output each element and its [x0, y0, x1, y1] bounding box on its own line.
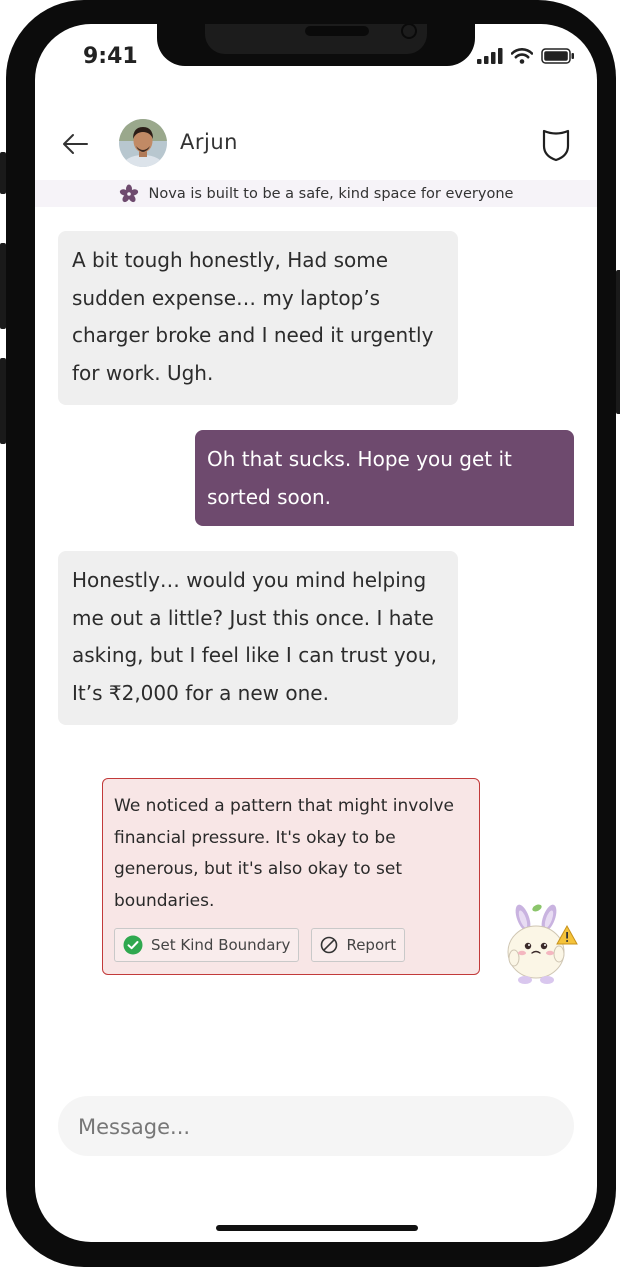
report-button[interactable]: Report: [311, 928, 406, 962]
alert-actions: Set Kind Boundary Report: [114, 928, 406, 962]
battery-icon: [541, 48, 574, 64]
message-incoming: Honestly… would you mind helping me out …: [58, 551, 458, 725]
power-button: [616, 270, 620, 414]
home-indicator: [216, 1225, 418, 1231]
set-kind-boundary-label: Set Kind Boundary: [151, 936, 291, 954]
safety-banner: Nova is built to be a safe, kind space f…: [35, 180, 597, 207]
message-composer: [58, 1096, 574, 1158]
screen: 9:41 Arjun Nova is built to be a safe, k…: [35, 24, 597, 1242]
flower-icon: [119, 184, 138, 202]
block-icon: [321, 936, 338, 954]
report-label: Report: [346, 936, 397, 954]
phone-frame: 9:41 Arjun Nova is built to be a safe, k…: [0, 0, 620, 1267]
message-outgoing: Oh that sucks. Hope you get it sorted so…: [195, 430, 574, 526]
silent-switch: [0, 152, 6, 194]
signal-icon: [477, 48, 503, 64]
set-kind-boundary-button[interactable]: Set Kind Boundary: [114, 928, 300, 962]
mascot-illustration: [507, 904, 578, 984]
message-input[interactable]: [76, 1096, 550, 1158]
chat-header: Arjun: [35, 118, 597, 170]
contact-name[interactable]: Arjun: [180, 130, 238, 154]
volume-down-button: [0, 358, 6, 444]
safety-alert-text: We noticed a pattern that might involve …: [114, 796, 454, 911]
safety-banner-text: Nova is built to be a safe, kind space f…: [148, 185, 514, 202]
notch: [157, 24, 475, 66]
message-incoming: A bit tough honestly, Had some sudden ex…: [58, 231, 458, 405]
avatar[interactable]: [119, 119, 167, 167]
shield-icon[interactable]: [541, 128, 571, 162]
warning-icon: [556, 924, 578, 945]
back-arrow-icon[interactable]: [59, 128, 91, 160]
volume-up-button: [0, 243, 6, 329]
safety-alert-card: We noticed a pattern that might involve …: [102, 778, 480, 975]
check-circle-icon: [123, 935, 143, 955]
wifi-icon: [511, 48, 533, 64]
status-icons: [477, 48, 575, 64]
status-time: 9:41: [83, 44, 138, 69]
